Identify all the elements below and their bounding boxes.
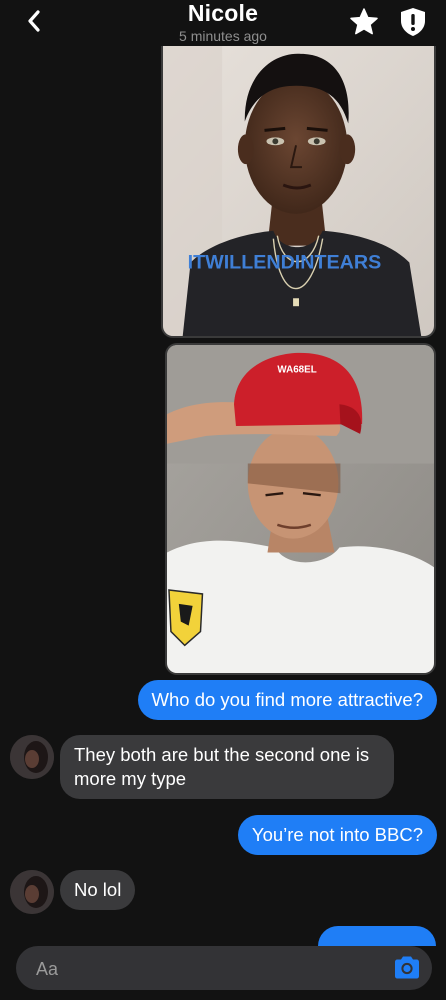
favorite-button[interactable] — [348, 6, 380, 38]
shared-photo-1[interactable]: ITWILLENDINTEARS — [161, 42, 436, 338]
shirt-print-text: ITWILLENDINTEARS — [188, 251, 382, 273]
cap-photo-image: WA68EL — [167, 345, 434, 673]
message-incoming[interactable]: No lol — [60, 870, 136, 910]
message-composer — [16, 946, 432, 992]
avatar[interactable] — [10, 735, 54, 779]
message-outgoing[interactable]: You’re not into BBC? — [237, 815, 437, 855]
contact-avatar-image — [10, 870, 54, 914]
message-input[interactable] — [34, 946, 378, 992]
contact-avatar-image — [10, 735, 54, 779]
message-outgoing[interactable]: Who do you find more attractive? — [137, 680, 437, 720]
avatar[interactable] — [10, 870, 54, 914]
camera-icon — [395, 956, 419, 979]
star-icon — [350, 8, 378, 35]
camera-button[interactable] — [392, 954, 422, 982]
message-outgoing-partial[interactable] — [318, 926, 436, 946]
cap-print-text: WA68EL — [277, 365, 316, 376]
portrait-photo-image: ITWILLENDINTEARS — [163, 42, 434, 336]
message-incoming[interactable]: They both are but the second one is more… — [60, 735, 394, 799]
safety-button[interactable] — [398, 6, 428, 38]
shield-icon — [401, 8, 425, 36]
chat-header: Nicole 5 minutes ago — [0, 0, 446, 46]
shared-photo-2[interactable]: WA68EL — [165, 343, 436, 675]
